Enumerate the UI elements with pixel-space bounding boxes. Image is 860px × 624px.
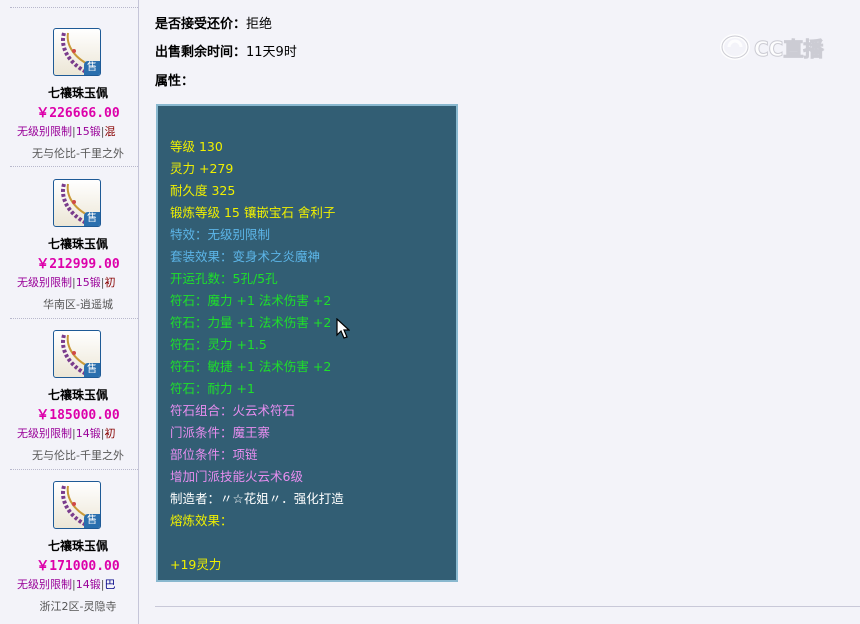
item-tags: 无级别限制|14锻|巴 (17, 576, 138, 592)
for-sale-badge: 售 (84, 363, 100, 377)
smelt-effect-value: +19灵力 (170, 557, 222, 572)
item-thumbnail[interactable]: 售 (53, 28, 101, 76)
attr-line: 符石：敏捷 +1 法术伤害 +2 (170, 359, 332, 374)
attributes-label: 属性： (155, 74, 195, 89)
extra-tag: 混 (104, 125, 116, 138)
content-divider (155, 606, 860, 607)
cc-live-logo-icon (720, 34, 750, 60)
item-tags: 无级别限制|15锻|混 (17, 123, 138, 139)
item-name[interactable]: 七禳珠玉佩 (0, 386, 138, 403)
forge-level-tag: 14锻 (75, 427, 101, 440)
extra-tag: 巴 (104, 578, 116, 591)
counter-offer-row: 是否接受还价：拒绝 (155, 13, 272, 32)
item-thumbnail[interactable]: 售 (53, 481, 101, 529)
similar-item-card[interactable]: 售 七禳珠玉佩 ￥226666.00 无级别限制|15锻|混 无与伦比-千里之外 (0, 0, 138, 160)
attr-line: 耐久度 325 (170, 183, 236, 198)
item-attributes-panel: 等级 130 灵力 +279 耐久度 325 锻炼等级 15 镶嵌宝石 舍利子 … (156, 104, 458, 582)
similar-item-card[interactable]: 售 七禳珠玉佩 ￥171000.00 无级别限制|14锻|巴 浙江2区-灵隐寺 (0, 453, 138, 613)
level-limit-tag: 无级别限制 (17, 427, 72, 440)
time-left-value: 11天9时 (246, 45, 297, 60)
similar-item-card[interactable]: 售 七禳珠玉佩 ￥185000.00 无级别限制|14锻|初 无与伦比-千里之外 (0, 302, 138, 462)
mouse-pointer-icon (336, 318, 350, 339)
item-thumbnail[interactable]: 售 (53, 330, 101, 378)
for-sale-badge: 售 (84, 212, 100, 226)
similar-item-card[interactable]: 售 七禳珠玉佩 ￥212999.00 无级别限制|15锻|初 华南区-逍遥城 (0, 151, 138, 311)
item-price: ￥171000.00 (36, 559, 120, 574)
level-limit-tag: 无级别限制 (17, 125, 72, 138)
item-tags: 无级别限制|15锻|初 (17, 274, 138, 290)
attr-line: 灵力 +279 (170, 161, 234, 176)
attr-line: 特效：无级别限制 (170, 227, 271, 242)
level-limit-tag: 无级别限制 (17, 276, 72, 289)
attr-line: 部位条件：项链 (170, 447, 258, 462)
level-limit-tag: 无级别限制 (17, 578, 72, 591)
forge-level-tag: 15锻 (75, 125, 101, 138)
smelt-effect-label: 熔炼效果： (170, 513, 233, 528)
attr-line: 等级 130 (170, 139, 223, 154)
attr-line: 符石：耐力 +1 (170, 381, 255, 396)
attr-line: 开运孔数：5孔/5孔 (170, 271, 278, 286)
similar-items-sidebar: 售 七禳珠玉佩 ￥226666.00 无级别限制|15锻|混 无与伦比-千里之外… (0, 0, 139, 624)
item-server: 浙江2区-灵隐寺 (39, 600, 117, 613)
extra-tag: 初 (104, 276, 116, 289)
attributes-row: 属性： (155, 70, 194, 89)
forge-level-tag: 15锻 (75, 276, 101, 289)
item-price: ￥185000.00 (36, 408, 120, 423)
time-left-label: 出售剩余时间： (155, 45, 247, 60)
attr-line: 锻炼等级 15 镶嵌宝石 舍利子 (170, 205, 336, 220)
cropped-top-text (300, 0, 580, 2)
time-left-row: 出售剩余时间：11天9时 (155, 41, 297, 60)
attr-line: 套装效果：变身术之炎魔神 (170, 249, 321, 264)
attr-line: 增加门派技能火云术6级 (170, 469, 303, 484)
item-name[interactable]: 七禳珠玉佩 (0, 84, 138, 101)
item-thumbnail[interactable]: 售 (53, 179, 101, 227)
watermark-text: CC直播 (753, 36, 824, 61)
item-name[interactable]: 七禳珠玉佩 (0, 235, 138, 252)
attr-line: 符石组合：火云术符石 (170, 403, 296, 418)
item-price: ￥212999.00 (36, 257, 120, 272)
counter-offer-label: 是否接受还价： (155, 17, 247, 32)
item-name[interactable]: 七禳珠玉佩 (0, 537, 138, 554)
watermark: CC直播 (720, 32, 824, 62)
item-tags: 无级别限制|14锻|初 (17, 425, 138, 441)
attr-line: 符石：魔力 +1 法术伤害 +2 (170, 293, 332, 308)
attr-line: 符石：力量 +1 法术伤害 +2 (170, 315, 332, 330)
for-sale-badge: 售 (84, 61, 100, 75)
counter-offer-value: 拒绝 (246, 17, 273, 32)
maker-line: 制造者：〃☆花姐〃．强化打造 (170, 491, 344, 506)
attr-line: 符石：灵力 +1.5 (170, 337, 267, 352)
for-sale-badge: 售 (84, 514, 100, 528)
attr-line: 门派条件：魔王寨 (170, 425, 271, 440)
forge-level-tag: 14锻 (75, 578, 101, 591)
extra-tag: 初 (104, 427, 116, 440)
item-price: ￥226666.00 (36, 106, 120, 121)
